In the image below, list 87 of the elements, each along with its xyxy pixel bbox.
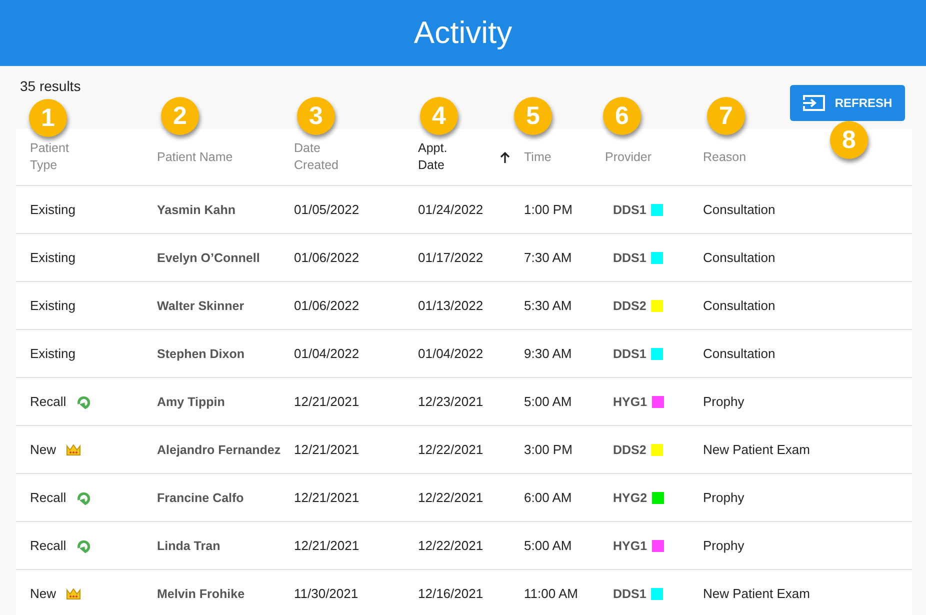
appointment-date: 01/04/2022 xyxy=(418,346,484,361)
date-created: 12/21/2021 xyxy=(294,442,360,457)
date-created: 01/04/2022 xyxy=(294,346,360,361)
callout-badge: 5 xyxy=(514,97,552,135)
appointment-date: 12/16/2021 xyxy=(418,586,484,601)
appointment-time: 7:30 AM xyxy=(524,250,572,265)
login-icon xyxy=(802,95,825,111)
column-header[interactable]: Patient Name xyxy=(157,148,233,166)
column-header[interactable]: Patient Type xyxy=(30,140,69,174)
patient-type: Existing xyxy=(30,298,76,313)
provider-code: DDS1 xyxy=(613,346,646,360)
date-created: 01/06/2022 xyxy=(294,298,360,313)
callout-badge: 6 xyxy=(603,97,641,135)
appointment-date: 12/22/2021 xyxy=(418,442,484,457)
appointment-time: 5:00 AM xyxy=(524,538,572,553)
appointment-date: 12/22/2021 xyxy=(418,538,484,553)
visit-reason: Consultation xyxy=(703,250,776,265)
date-created: 11/30/2021 xyxy=(294,586,358,601)
patient-type: New xyxy=(30,586,56,601)
patient-type: Recall xyxy=(30,394,66,409)
callout-badge: 1 xyxy=(29,99,67,137)
patient-name: Francine Calfo xyxy=(157,491,244,505)
appointment-date: 01/17/2022 xyxy=(418,250,484,265)
sort-arrow-icon[interactable] xyxy=(500,152,510,162)
crown-icon xyxy=(66,444,82,456)
visit-reason: New Patient Exam xyxy=(703,442,810,457)
visit-reason: Prophy xyxy=(703,490,744,505)
appointment-time: 3:00 PM xyxy=(524,442,572,457)
appointment-time: 5:00 AM xyxy=(524,394,572,409)
patient-type: Recall xyxy=(30,490,66,505)
date-created: 01/06/2022 xyxy=(294,250,360,265)
callout-badge: 4 xyxy=(420,97,458,135)
appointment-time: 11:00 AM xyxy=(524,586,578,601)
appointment-time: 5:30 AM xyxy=(524,298,572,313)
provider-code: HYG2 xyxy=(613,490,648,504)
column-header[interactable]: Date Created xyxy=(294,140,338,174)
callout-badge: 3 xyxy=(297,97,335,135)
patient-name: Stephen Dixon xyxy=(157,347,245,361)
results-count: 35 results xyxy=(20,78,81,94)
date-created: 12/21/2021 xyxy=(294,394,360,409)
page-title: Activity xyxy=(414,15,512,51)
provider-code: DDS2 xyxy=(613,298,646,312)
patient-name: Alejandro Fernandez xyxy=(157,443,281,457)
date-created: 12/21/2021 xyxy=(294,538,360,553)
patient-name: Evelyn O’Connell xyxy=(157,251,260,265)
patient-name: Walter Skinner xyxy=(157,299,244,313)
patient-type: Existing xyxy=(30,202,76,217)
provider-code: DDS1 xyxy=(613,202,646,216)
visit-reason: Prophy xyxy=(703,394,744,409)
patient-type: Existing xyxy=(30,346,76,361)
patient-name: Amy Tippin xyxy=(157,395,225,409)
visit-reason: Consultation xyxy=(703,298,776,313)
appointment-date: 12/23/2021 xyxy=(418,394,484,409)
column-header[interactable]: Provider xyxy=(605,148,652,166)
visit-reason: New Patient Exam xyxy=(703,586,810,601)
appointment-time: 6:00 AM xyxy=(524,490,572,505)
provider-code: DDS1 xyxy=(613,250,646,264)
recycle-arrow-icon xyxy=(76,490,90,504)
appointment-time: 1:00 PM xyxy=(524,202,572,217)
recycle-arrow-icon xyxy=(76,394,90,408)
callout-badge: 2 xyxy=(161,97,199,135)
provider-code: DDS2 xyxy=(613,442,646,456)
provider-code: HYG1 xyxy=(613,538,648,552)
patient-name: Yasmin Kahn xyxy=(157,203,236,217)
callout-badge: 7 xyxy=(707,97,745,135)
patient-type: Existing xyxy=(30,250,76,265)
visit-reason: Prophy xyxy=(703,538,744,553)
recycle-arrow-icon xyxy=(76,538,90,552)
patient-name: Linda Tran xyxy=(157,539,220,553)
patient-type: Recall xyxy=(30,538,66,553)
patient-type: New xyxy=(30,442,56,457)
appointment-date: 01/24/2022 xyxy=(418,202,484,217)
appointment-date: 12/22/2021 xyxy=(418,490,484,505)
appointment-time: 9:30 AM xyxy=(524,346,572,361)
column-header[interactable]: Time xyxy=(524,148,552,166)
visit-reason: Consultation xyxy=(703,202,776,217)
date-created: 12/21/2021 xyxy=(294,490,360,505)
crown-icon xyxy=(66,588,82,600)
date-created: 01/05/2022 xyxy=(294,202,360,217)
visit-reason: Consultation xyxy=(703,346,776,361)
appointment-date: 01/13/2022 xyxy=(418,298,484,313)
column-header[interactable]: Reason xyxy=(703,148,746,166)
provider-code: HYG1 xyxy=(613,394,648,408)
refresh-button[interactable]: REFRESH xyxy=(790,85,905,121)
column-header[interactable]: Appt. Date xyxy=(418,140,448,174)
patient-name: Melvin Frohike xyxy=(157,587,245,601)
provider-code: DDS1 xyxy=(613,586,646,600)
